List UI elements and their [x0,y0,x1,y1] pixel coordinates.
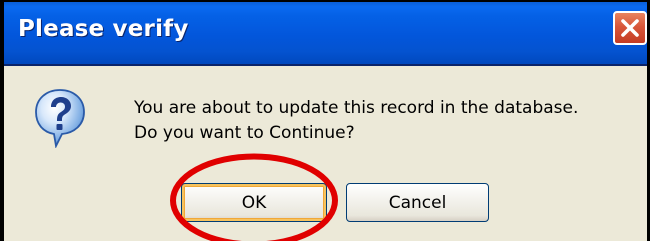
dialog-message: You are about to update this record in t… [134,96,578,146]
title-bar[interactable]: Please verify [4,2,647,66]
question-icon [35,89,85,148]
ok-button[interactable]: OK [181,183,327,222]
close-button[interactable] [613,11,647,45]
message-dialog: Please verify You are about to update th [0,0,650,241]
close-icon [621,19,639,37]
dialog-body: You are about to update this record in t… [4,66,647,241]
cancel-button[interactable]: Cancel [346,183,489,222]
message-line-1: You are about to update this record in t… [134,98,579,118]
message-line-2: Do you want to Continue? [134,123,355,143]
dialog-title: Please verify [18,16,189,42]
